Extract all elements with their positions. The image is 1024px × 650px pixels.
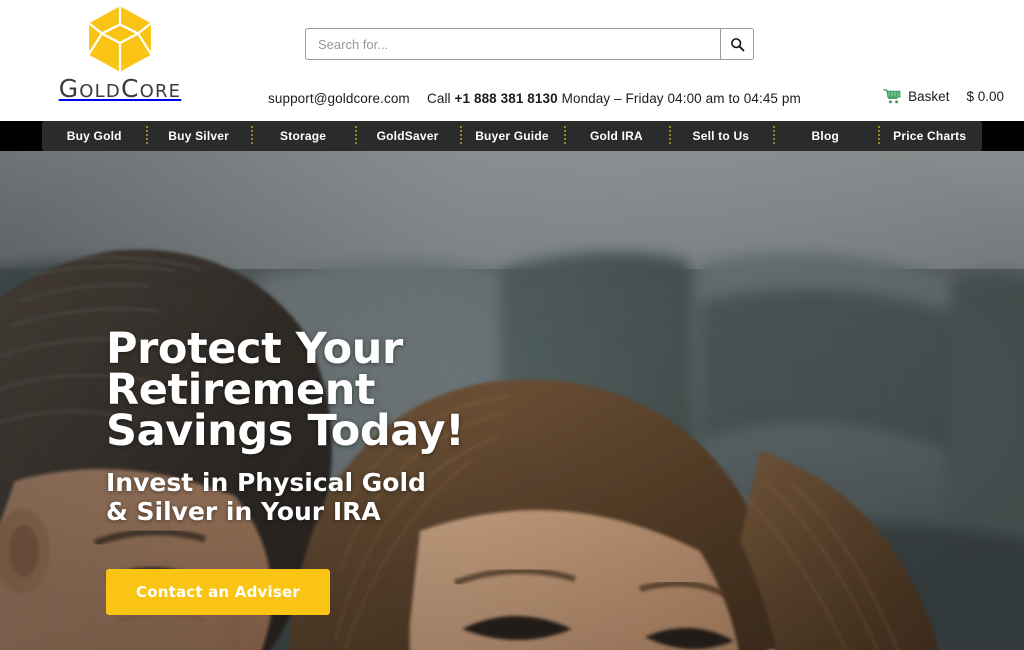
logo-wordmark: GoldCore (58, 74, 182, 103)
phone-number[interactable]: +1 888 381 8130 (455, 91, 558, 106)
site-logo[interactable]: GoldCore (40, 2, 200, 114)
basket-link[interactable]: Basket $ 0.00 (883, 89, 1004, 104)
nav-item-goldsaver[interactable]: GoldSaver (355, 121, 459, 151)
nav-item-storage[interactable]: Storage (250, 121, 355, 151)
shopping-cart-icon (883, 89, 901, 104)
business-hours: Monday – Friday 04:00 am to 04:45 pm (561, 91, 801, 106)
nav-bar: Buy Gold Buy Silver Storage GoldSaver Bu… (42, 121, 982, 151)
hexagon-cube-icon (86, 3, 154, 74)
nav-item-price-charts[interactable]: Price Charts (877, 121, 982, 151)
search-input[interactable] (306, 29, 720, 59)
hero-headline: Protect Your Retirement Savings Today! (106, 324, 465, 456)
basket-total: $ 0.00 (966, 89, 1004, 104)
nav-item-gold-ira[interactable]: Gold IRA (564, 121, 668, 151)
search-button[interactable] (720, 29, 753, 59)
support-email-link[interactable]: support@goldcore.com (268, 91, 410, 106)
nav-item-blog[interactable]: Blog (773, 121, 877, 151)
main-navigation: Buy Gold Buy Silver Storage GoldSaver Bu… (0, 121, 1024, 151)
nav-item-buy-silver[interactable]: Buy Silver (146, 121, 250, 151)
nav-item-buyer-guide[interactable]: Buyer Guide (459, 121, 564, 151)
hero-banner: Protect Your Retirement Savings Today! I… (0, 151, 1024, 650)
call-label: Call (427, 91, 451, 106)
hero-content: Protect Your Retirement Savings Today! I… (106, 324, 666, 615)
search-bar[interactable] (305, 28, 754, 60)
site-header: GoldCore support@goldcore.com Call +1 88… (0, 0, 1024, 121)
hero-subheadline: Invest in Physical Gold & Silver in Your… (106, 468, 426, 526)
nav-item-buy-gold[interactable]: Buy Gold (42, 121, 146, 151)
basket-label: Basket (908, 89, 950, 104)
page-root: GoldCore support@goldcore.com Call +1 88… (0, 0, 1024, 650)
nav-item-sell-to-us[interactable]: Sell to Us (668, 121, 773, 151)
search-icon (730, 37, 744, 51)
contact-adviser-button[interactable]: Contact an Adviser (106, 569, 330, 615)
phone-hours-line: Call +1 888 381 8130 Monday – Friday 04:… (427, 91, 801, 106)
